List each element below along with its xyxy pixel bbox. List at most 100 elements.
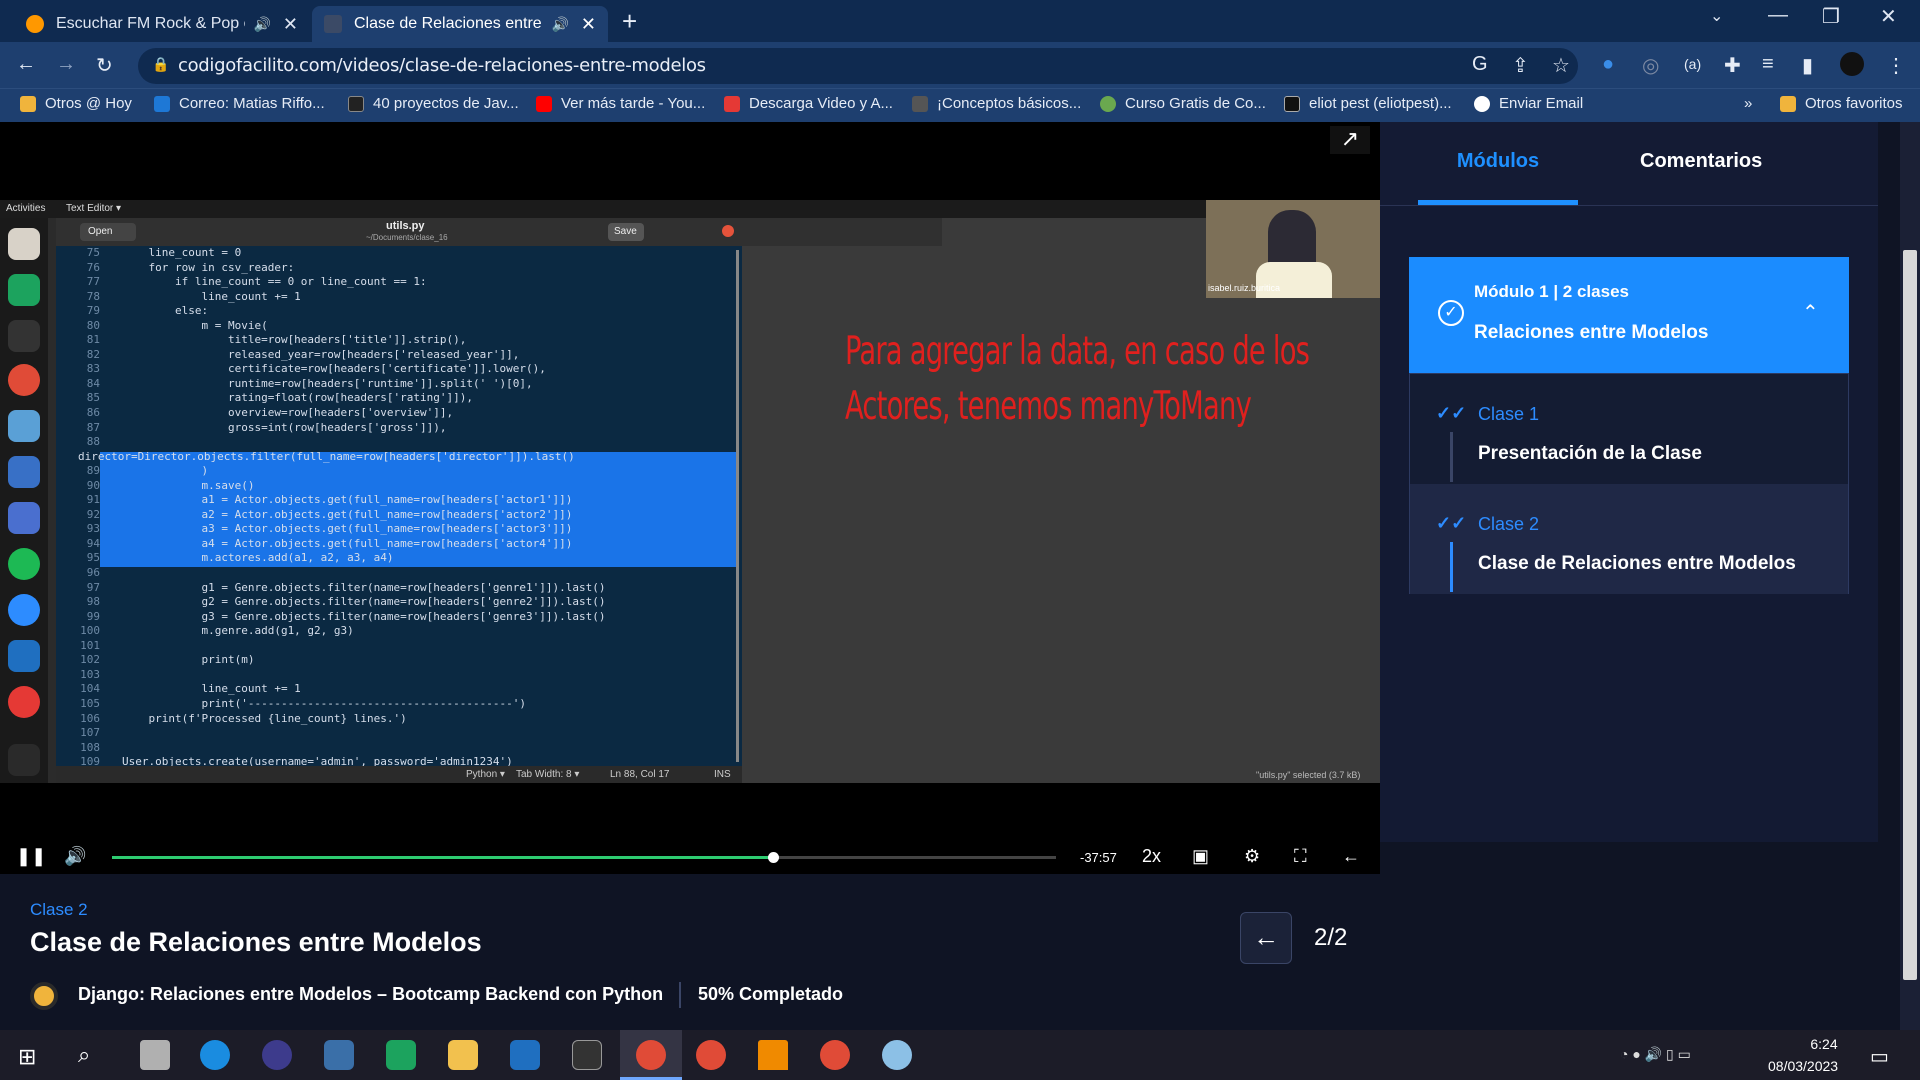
line-number: 104 — [80, 682, 100, 696]
course-logo-icon — [30, 982, 58, 1010]
eclipse-icon[interactable] — [262, 1040, 292, 1070]
check-circle-icon: ✓ — [1438, 300, 1464, 326]
restore-button[interactable]: ❐ — [1822, 4, 1840, 29]
class-2-title[interactable]: Clase de Relaciones entre Modelos — [1478, 553, 1796, 575]
scrollbar-thumb[interactable] — [1903, 250, 1917, 980]
google-icon[interactable]: G — [1472, 53, 1488, 76]
forward-icon[interactable]: → — [56, 53, 76, 76]
edge-icon[interactable] — [200, 1040, 230, 1070]
close-tab-icon[interactable]: ✕ — [581, 14, 596, 35]
notifications-icon[interactable]: ▭ — [1870, 1044, 1889, 1069]
search-icon[interactable]: ⌕ — [78, 1042, 90, 1068]
code-line: 76 for row in csv_reader: — [78, 261, 738, 276]
class-1-title[interactable]: Presentación de la Clase — [1478, 443, 1702, 465]
tab-comments[interactable]: Comentarios — [1640, 150, 1762, 173]
media-control-icon[interactable]: ≡ — [1762, 53, 1774, 76]
menu-icon[interactable]: ⋮ — [1886, 53, 1906, 78]
paint-icon[interactable] — [882, 1040, 912, 1070]
bookmark-item[interactable]: Correo: Matias Riffo... — [154, 95, 325, 112]
chevron-up-icon[interactable]: ⌃ — [1802, 300, 1819, 325]
url-text[interactable]: codigofacilito.com/videos/clase-de-relac… — [178, 55, 706, 76]
code-line: 88 — [78, 435, 738, 450]
new-tab-button[interactable]: + — [622, 6, 637, 37]
module-card[interactable]: ✓ Módulo 1 | 2 clases Relaciones entre M… — [1409, 257, 1849, 373]
browser-tab-active[interactable]: Clase de Relaciones entre M 🔊 ✕ — [312, 6, 608, 42]
pycharm-icon[interactable] — [386, 1040, 416, 1070]
speaker-icon[interactable]: 🔊 — [551, 16, 568, 33]
app-menu-label: Text Editor ▾ — [66, 203, 122, 214]
minimize-button[interactable]: — — [1768, 4, 1788, 27]
picture-in-picture-icon[interactable]: ▣ — [1192, 846, 1209, 867]
lock-icon[interactable]: 🔒 — [152, 56, 169, 73]
class-connector-active — [1450, 542, 1453, 592]
extensions-puzzle-icon[interactable]: ✚ — [1724, 53, 1741, 78]
code-text: released_year=row[headers['released_year… — [122, 347, 520, 361]
close-tab-icon[interactable]: ✕ — [283, 14, 298, 35]
chrome-icon[interactable] — [636, 1040, 666, 1070]
code-line: 99 g3 = Genre.objects.filter(name=row[he… — [78, 610, 738, 625]
collapse-arrow-icon[interactable]: ← — [1342, 846, 1360, 867]
code-text: a2 = Actor.objects.get(full_name=row[hea… — [122, 507, 573, 521]
extension-icon[interactable]: (a) — [1684, 56, 1701, 72]
bookmark-label: Otros favoritos — [1805, 95, 1903, 112]
python-icon[interactable] — [324, 1040, 354, 1070]
settings-gear-icon[interactable]: ⚙ — [1244, 846, 1260, 867]
browser-tab-radio[interactable]: Escuchar FM Rock & Pop en 🔊 ✕ — [14, 6, 310, 42]
reload-icon[interactable]: ↻ — [96, 53, 113, 78]
volume-icon[interactable]: 🔊 — [64, 846, 86, 867]
code-line: 84 runtime=row[headers['runtime']].split… — [78, 377, 738, 392]
progress-knob[interactable] — [767, 852, 779, 863]
pycharm-icon — [8, 274, 40, 306]
back-icon[interactable]: ← — [16, 53, 36, 76]
class-2-label[interactable]: Clase 2 — [1478, 514, 1539, 535]
close-window-button[interactable]: ✕ — [1880, 4, 1897, 29]
bookmark-star-icon[interactable]: ☆ — [1552, 53, 1570, 78]
profile-avatar[interactable] — [1840, 52, 1864, 76]
bookmarks-more-button[interactable]: » — [1744, 95, 1752, 112]
fullscreen-icon[interactable]: ⛶ — [1294, 846, 1307, 867]
extension-icon[interactable]: ◎ — [1642, 53, 1659, 78]
system-tray-icons[interactable]: ◔ ● 🔊 ▯ ▭ — [1620, 1046, 1691, 1063]
bookmark-item[interactable]: ¡Conceptos básicos... — [912, 95, 1081, 112]
tab-modules[interactable]: Módulos — [1418, 150, 1578, 173]
side-panel-icon[interactable]: ▮ — [1802, 53, 1813, 78]
presenter-avatar — [1268, 210, 1316, 270]
bookmark-item[interactable]: 40 proyectos de Jav... — [348, 95, 519, 112]
bookmark-item[interactable]: Ver más tarde - You... — [536, 95, 705, 112]
code-text: m.genre.add(g1, g2, g3) — [122, 624, 354, 638]
double-check-icon: ✓✓ — [1436, 403, 1467, 423]
extension-icon[interactable]: ● — [1602, 53, 1614, 76]
code-line: 105 print('-----------------------------… — [78, 697, 738, 712]
bookmark-item[interactable]: Enviar Email — [1474, 95, 1583, 112]
tab-search-icon[interactable]: ⌄ — [1710, 6, 1723, 26]
vlc-icon[interactable] — [758, 1040, 788, 1070]
speaker-icon[interactable]: 🔊 — [253, 16, 270, 33]
windows-start-icon[interactable]: ⊞ — [18, 1044, 36, 1070]
bookmark-item[interactable]: Otros @ Hoy — [20, 95, 132, 112]
bookmark-item[interactable]: eliot pest (eliotpest)... — [1284, 95, 1452, 112]
bookmark-favicon-icon — [1100, 95, 1116, 112]
pause-icon[interactable]: ❚❚ — [16, 846, 46, 867]
vscode-icon[interactable] — [510, 1040, 540, 1070]
expand-icon[interactable]: ↗ — [1330, 126, 1370, 154]
files-icon — [8, 228, 40, 260]
playback-speed-button[interactable]: 2x — [1142, 846, 1161, 867]
share-icon[interactable]: ⇪ — [1512, 53, 1529, 78]
code-text: overview=row[headers['overview']], — [122, 406, 454, 420]
class-connector — [1450, 432, 1453, 482]
clock-time[interactable]: 6:24 — [1794, 1036, 1854, 1052]
class-1-label[interactable]: Clase 1 — [1478, 404, 1539, 425]
terminal-icon[interactable] — [572, 1040, 602, 1070]
database-icon[interactable] — [140, 1040, 170, 1070]
bookmark-item[interactable]: Curso Gratis de Co... — [1100, 95, 1266, 112]
code-line: 79 else: — [78, 304, 738, 319]
previous-class-button[interactable]: ← — [1240, 912, 1292, 964]
chrome-profile-icon[interactable] — [696, 1040, 726, 1070]
course-title[interactable]: Django: Relaciones entre Modelos – Bootc… — [78, 984, 663, 1005]
file-explorer-icon[interactable] — [448, 1040, 478, 1070]
bookmark-item[interactable]: Descarga Video y A... — [724, 95, 893, 112]
code-text: if line_count == 0 or line_count == 1: — [122, 275, 427, 289]
other-bookmarks-folder[interactable]: Otros favoritos — [1780, 95, 1903, 112]
clock-date[interactable]: 08/03/2023 — [1768, 1058, 1838, 1074]
chrome-icon[interactable] — [820, 1040, 850, 1070]
